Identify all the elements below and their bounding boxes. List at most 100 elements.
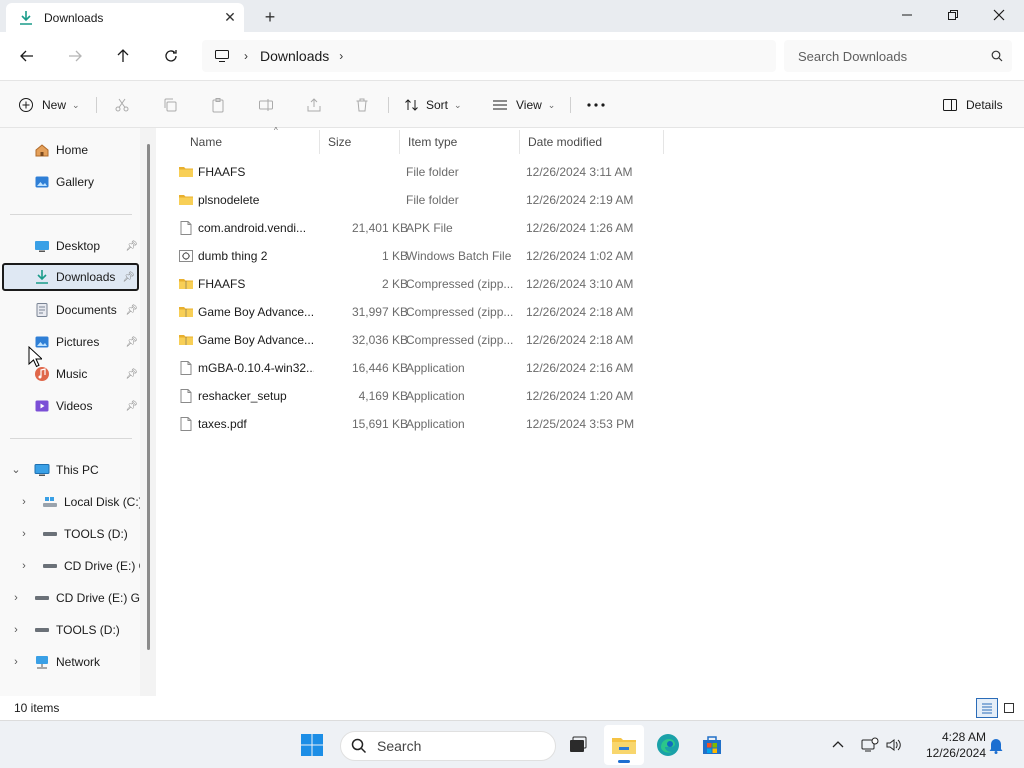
sidebar-item-gallery[interactable]: Gallery <box>34 168 138 196</box>
cut-button[interactable] <box>114 93 130 117</box>
forward-button[interactable] <box>60 42 90 70</box>
copy-button[interactable] <box>162 93 178 117</box>
rename-button[interactable] <box>258 93 274 117</box>
taskbar-search[interactable]: Search <box>340 731 556 761</box>
sidebar-item-desktop[interactable]: Desktop 📌︎ <box>34 232 138 260</box>
sidebar-item-videos[interactable]: Videos 📌︎ <box>34 392 138 420</box>
tiles-view-toggle[interactable] <box>998 698 1020 718</box>
file-row[interactable]: dumb thing 2 1 KB Windows Batch File 12/26/… <box>172 242 652 270</box>
file-name: com.android.vendi... <box>198 221 307 235</box>
more-options-button[interactable] <box>586 93 606 117</box>
restore-button[interactable] <box>930 0 976 30</box>
file-row[interactable]: FHAAFS File folder 12/26/2024 3:11 AM <box>172 158 652 186</box>
download-icon <box>20 10 32 25</box>
notifications-button[interactable] <box>986 735 1006 755</box>
sidebar-item-cd-drive[interactable]: CD Drive (E:) GP <box>34 584 140 612</box>
details-button[interactable]: Details <box>942 93 1003 117</box>
show-hidden-icons-button[interactable] <box>828 735 848 755</box>
volume-tray-button[interactable] <box>884 735 904 755</box>
network-tray-button[interactable] <box>860 735 880 755</box>
file-name: reshacker_setup <box>198 389 287 403</box>
paste-button[interactable] <box>210 93 226 117</box>
refresh-button[interactable] <box>156 42 186 70</box>
view-button[interactable]: View ⌄ <box>492 93 555 117</box>
chevron-down-icon[interactable]: ⌄ <box>10 463 22 476</box>
new-button[interactable]: New ⌄ <box>18 93 80 117</box>
file-size: 2 KB <box>381 277 408 291</box>
tab-downloads[interactable]: Downloads ✕ <box>6 3 244 32</box>
file-row[interactable]: com.android.vendi... 21,401 KB APK File 12/… <box>172 214 652 242</box>
sort-button[interactable]: Sort ⌄ <box>404 93 462 117</box>
folder-icon <box>178 192 194 208</box>
file-row[interactable]: Game Boy Advance... 31,997 KB Compressed (… <box>172 298 652 326</box>
delete-button[interactable] <box>354 93 370 117</box>
edge-browser-button[interactable] <box>648 725 688 765</box>
clock-time: 4:28 AM <box>941 730 986 744</box>
address-bar[interactable]: › Downloads › <box>202 40 776 72</box>
item-count: 10 items <box>14 701 60 715</box>
column-header-name[interactable]: ^ Name <box>182 126 320 154</box>
chevron-right-icon[interactable]: › <box>10 656 22 668</box>
column-header-type[interactable]: Item type <box>400 130 520 154</box>
file-date: 12/26/2024 2:16 AM <box>526 361 634 375</box>
task-view-button[interactable] <box>558 725 598 765</box>
zip-folder-icon <box>178 304 194 320</box>
file-row[interactable]: mGBA-0.10.4-win32... 16,446 KB Application… <box>172 354 652 382</box>
up-button[interactable] <box>108 42 138 70</box>
start-button[interactable] <box>292 725 332 765</box>
file-size: 1 KB <box>381 249 408 263</box>
details-view-toggle[interactable] <box>976 698 998 718</box>
file-row[interactable]: reshacker_setup 4,169 KB Application 12/26/… <box>172 382 652 410</box>
sidebar-item-local-disk[interactable]: Local Disk (C:) <box>42 488 140 516</box>
share-button[interactable] <box>306 93 322 117</box>
column-header-label: Item type <box>408 135 458 149</box>
copy-icon <box>164 98 177 112</box>
chevron-right-icon[interactable]: › <box>10 624 22 636</box>
chevron-right-icon[interactable]: › <box>10 592 22 604</box>
file-explorer-taskbar-button[interactable] <box>604 725 644 765</box>
chevron-right-icon[interactable]: › <box>18 528 30 540</box>
sidebar-item-cd-drive[interactable]: CD Drive (E:) G <box>42 552 140 580</box>
sidebar-item-home[interactable]: Home <box>34 136 138 164</box>
file-row[interactable]: taxes.pdf 15,691 KB Application 12/25/2024 … <box>172 410 652 438</box>
sidebar-item-this-pc[interactable]: This PC <box>34 456 138 484</box>
chevron-right-icon[interactable]: › <box>339 49 343 63</box>
chevron-right-icon[interactable]: › <box>18 496 30 508</box>
sidebar-item-tools-drive[interactable]: TOOLS (D:) <box>34 616 138 644</box>
minimize-button[interactable] <box>884 0 930 30</box>
close-button[interactable] <box>976 0 1022 30</box>
divider <box>96 97 97 113</box>
file-row[interactable]: FHAAFS 2 KB Compressed (zipp... 12/26/2024 … <box>172 270 652 298</box>
column-header-label: Name <box>190 135 223 149</box>
breadcrumb-downloads[interactable]: Downloads <box>260 48 329 64</box>
file-row[interactable]: Game Boy Advance... 32,036 KB Compressed (… <box>172 326 652 354</box>
file-size: 21,401 KB <box>351 221 408 235</box>
sidebar-item-downloads[interactable]: Downloads 📌︎ <box>2 263 139 291</box>
chevron-right-icon[interactable]: › <box>18 560 30 572</box>
sidebar-item-pictures[interactable]: Pictures 📌︎ <box>34 328 138 356</box>
file-size: 15,691 KB <box>351 417 408 431</box>
search-box[interactable]: Search Downloads <box>784 40 1012 72</box>
tiles-view-icon <box>1004 703 1014 713</box>
clock[interactable]: 4:28 AM 12/26/2024 <box>910 729 986 761</box>
column-header-size[interactable]: Size <box>320 130 400 154</box>
sidebar-item-documents[interactable]: Documents 📌︎ <box>34 296 138 324</box>
file-row[interactable]: plsnodelete File folder 12/26/2024 2:19 AM <box>172 186 652 214</box>
sidebar-item-tools-drive[interactable]: TOOLS (D:) <box>42 520 140 548</box>
search-input[interactable]: Search Downloads <box>798 49 982 64</box>
close-tab-icon[interactable]: ✕ <box>216 6 244 30</box>
back-button[interactable] <box>12 42 42 70</box>
microsoft-store-button[interactable] <box>692 725 732 765</box>
chevron-right-icon[interactable]: › <box>244 49 248 63</box>
sidebar-item-music[interactable]: Music 📌︎ <box>34 360 138 388</box>
column-header-date[interactable]: Date modified <box>520 130 664 154</box>
computer-icon <box>215 50 229 62</box>
sidebar-item-label: TOOLS (D:) <box>56 623 120 637</box>
file-date: 12/26/2024 2:18 AM <box>526 305 634 319</box>
sidebar-item-network[interactable]: Network <box>34 648 138 676</box>
scissors-icon <box>115 98 129 112</box>
new-tab-button[interactable]: + <box>256 6 284 28</box>
sidebar-item-label: Gallery <box>56 175 95 189</box>
refresh-icon <box>165 50 177 62</box>
sidebar-scrollbar-thumb[interactable] <box>147 144 150 650</box>
